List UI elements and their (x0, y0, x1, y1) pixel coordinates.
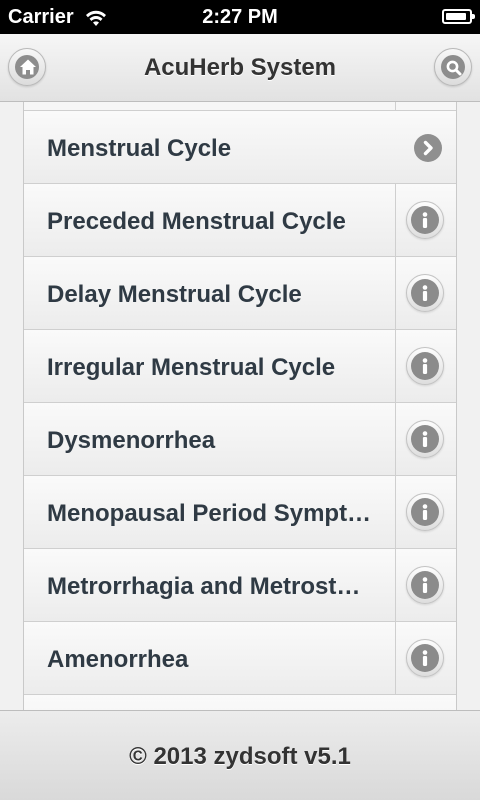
search-icon (446, 60, 462, 76)
battery-level (446, 13, 466, 20)
list-item-label: Metrorrhagia and Metrosta… (47, 573, 372, 600)
list-viewport[interactable]: Menstrual Cycle Preceded Menstrual Cycle (0, 102, 480, 710)
info-icon (422, 504, 428, 520)
info-cell[interactable] (395, 622, 456, 694)
list-item-label: Dysmenorrhea (47, 427, 216, 454)
app-header: AcuHerb System (0, 34, 480, 102)
info-button[interactable] (406, 274, 444, 312)
app-screen: Carrier 2:27 PM AcuHerb System Menstrual… (0, 0, 480, 800)
list-item[interactable]: Irregular Menstrual Cycle (24, 330, 456, 403)
chevron-right-icon (414, 134, 442, 162)
app-footer: © 2013 zydsoft v5.1 (0, 710, 480, 800)
list-item-label: Amenorrhea (47, 646, 189, 673)
info-cell[interactable] (395, 476, 456, 548)
info-button[interactable] (406, 493, 444, 531)
list-item-label: Menopausal Period Sympt… (47, 500, 372, 527)
info-button[interactable] (406, 201, 444, 239)
symptom-list: Menstrual Cycle Preceded Menstrual Cycle (23, 102, 457, 710)
status-bar: Carrier 2:27 PM (0, 0, 480, 34)
list-item[interactable]: Dysmenorrhea (24, 403, 456, 476)
info-icon (422, 212, 428, 228)
info-cell[interactable] (395, 403, 456, 475)
list-item[interactable]: Menstrual Cycle (24, 111, 456, 184)
info-button[interactable] (406, 420, 444, 458)
info-icon (422, 285, 428, 301)
list-item-partial (24, 102, 456, 111)
list-item-label: Menstrual Cycle (47, 135, 232, 162)
list-item-label: Irregular Menstrual Cycle (47, 354, 336, 381)
battery-icon (442, 9, 475, 24)
list-item[interactable]: Preceded Menstrual Cycle (24, 184, 456, 257)
list-item-partial (24, 695, 456, 710)
list-item[interactable]: Delay Menstrual Cycle (24, 257, 456, 330)
search-button[interactable] (434, 48, 472, 86)
copyright-text: © 2013 zydsoft v5.1 (129, 743, 351, 770)
info-icon (422, 358, 428, 374)
list-item-label: Delay Menstrual Cycle (47, 281, 302, 308)
info-cell[interactable] (395, 549, 456, 621)
info-button[interactable] (406, 639, 444, 677)
info-button[interactable] (406, 566, 444, 604)
info-cell[interactable] (395, 184, 456, 256)
list-item[interactable]: Menopausal Period Sympt… (24, 476, 456, 549)
info-icon (422, 650, 428, 666)
list-item[interactable]: Amenorrhea (24, 622, 456, 695)
clock-time: 2:27 PM (202, 6, 278, 28)
info-button[interactable] (406, 347, 444, 385)
list-item-label: Preceded Menstrual Cycle (47, 208, 346, 235)
info-icon (422, 431, 428, 447)
info-cell[interactable] (395, 257, 456, 329)
info-icon (422, 577, 428, 593)
list-item[interactable]: Metrorrhagia and Metrosta… (24, 549, 456, 622)
info-cell[interactable] (395, 330, 456, 402)
page-title: AcuHerb System (143, 54, 337, 81)
